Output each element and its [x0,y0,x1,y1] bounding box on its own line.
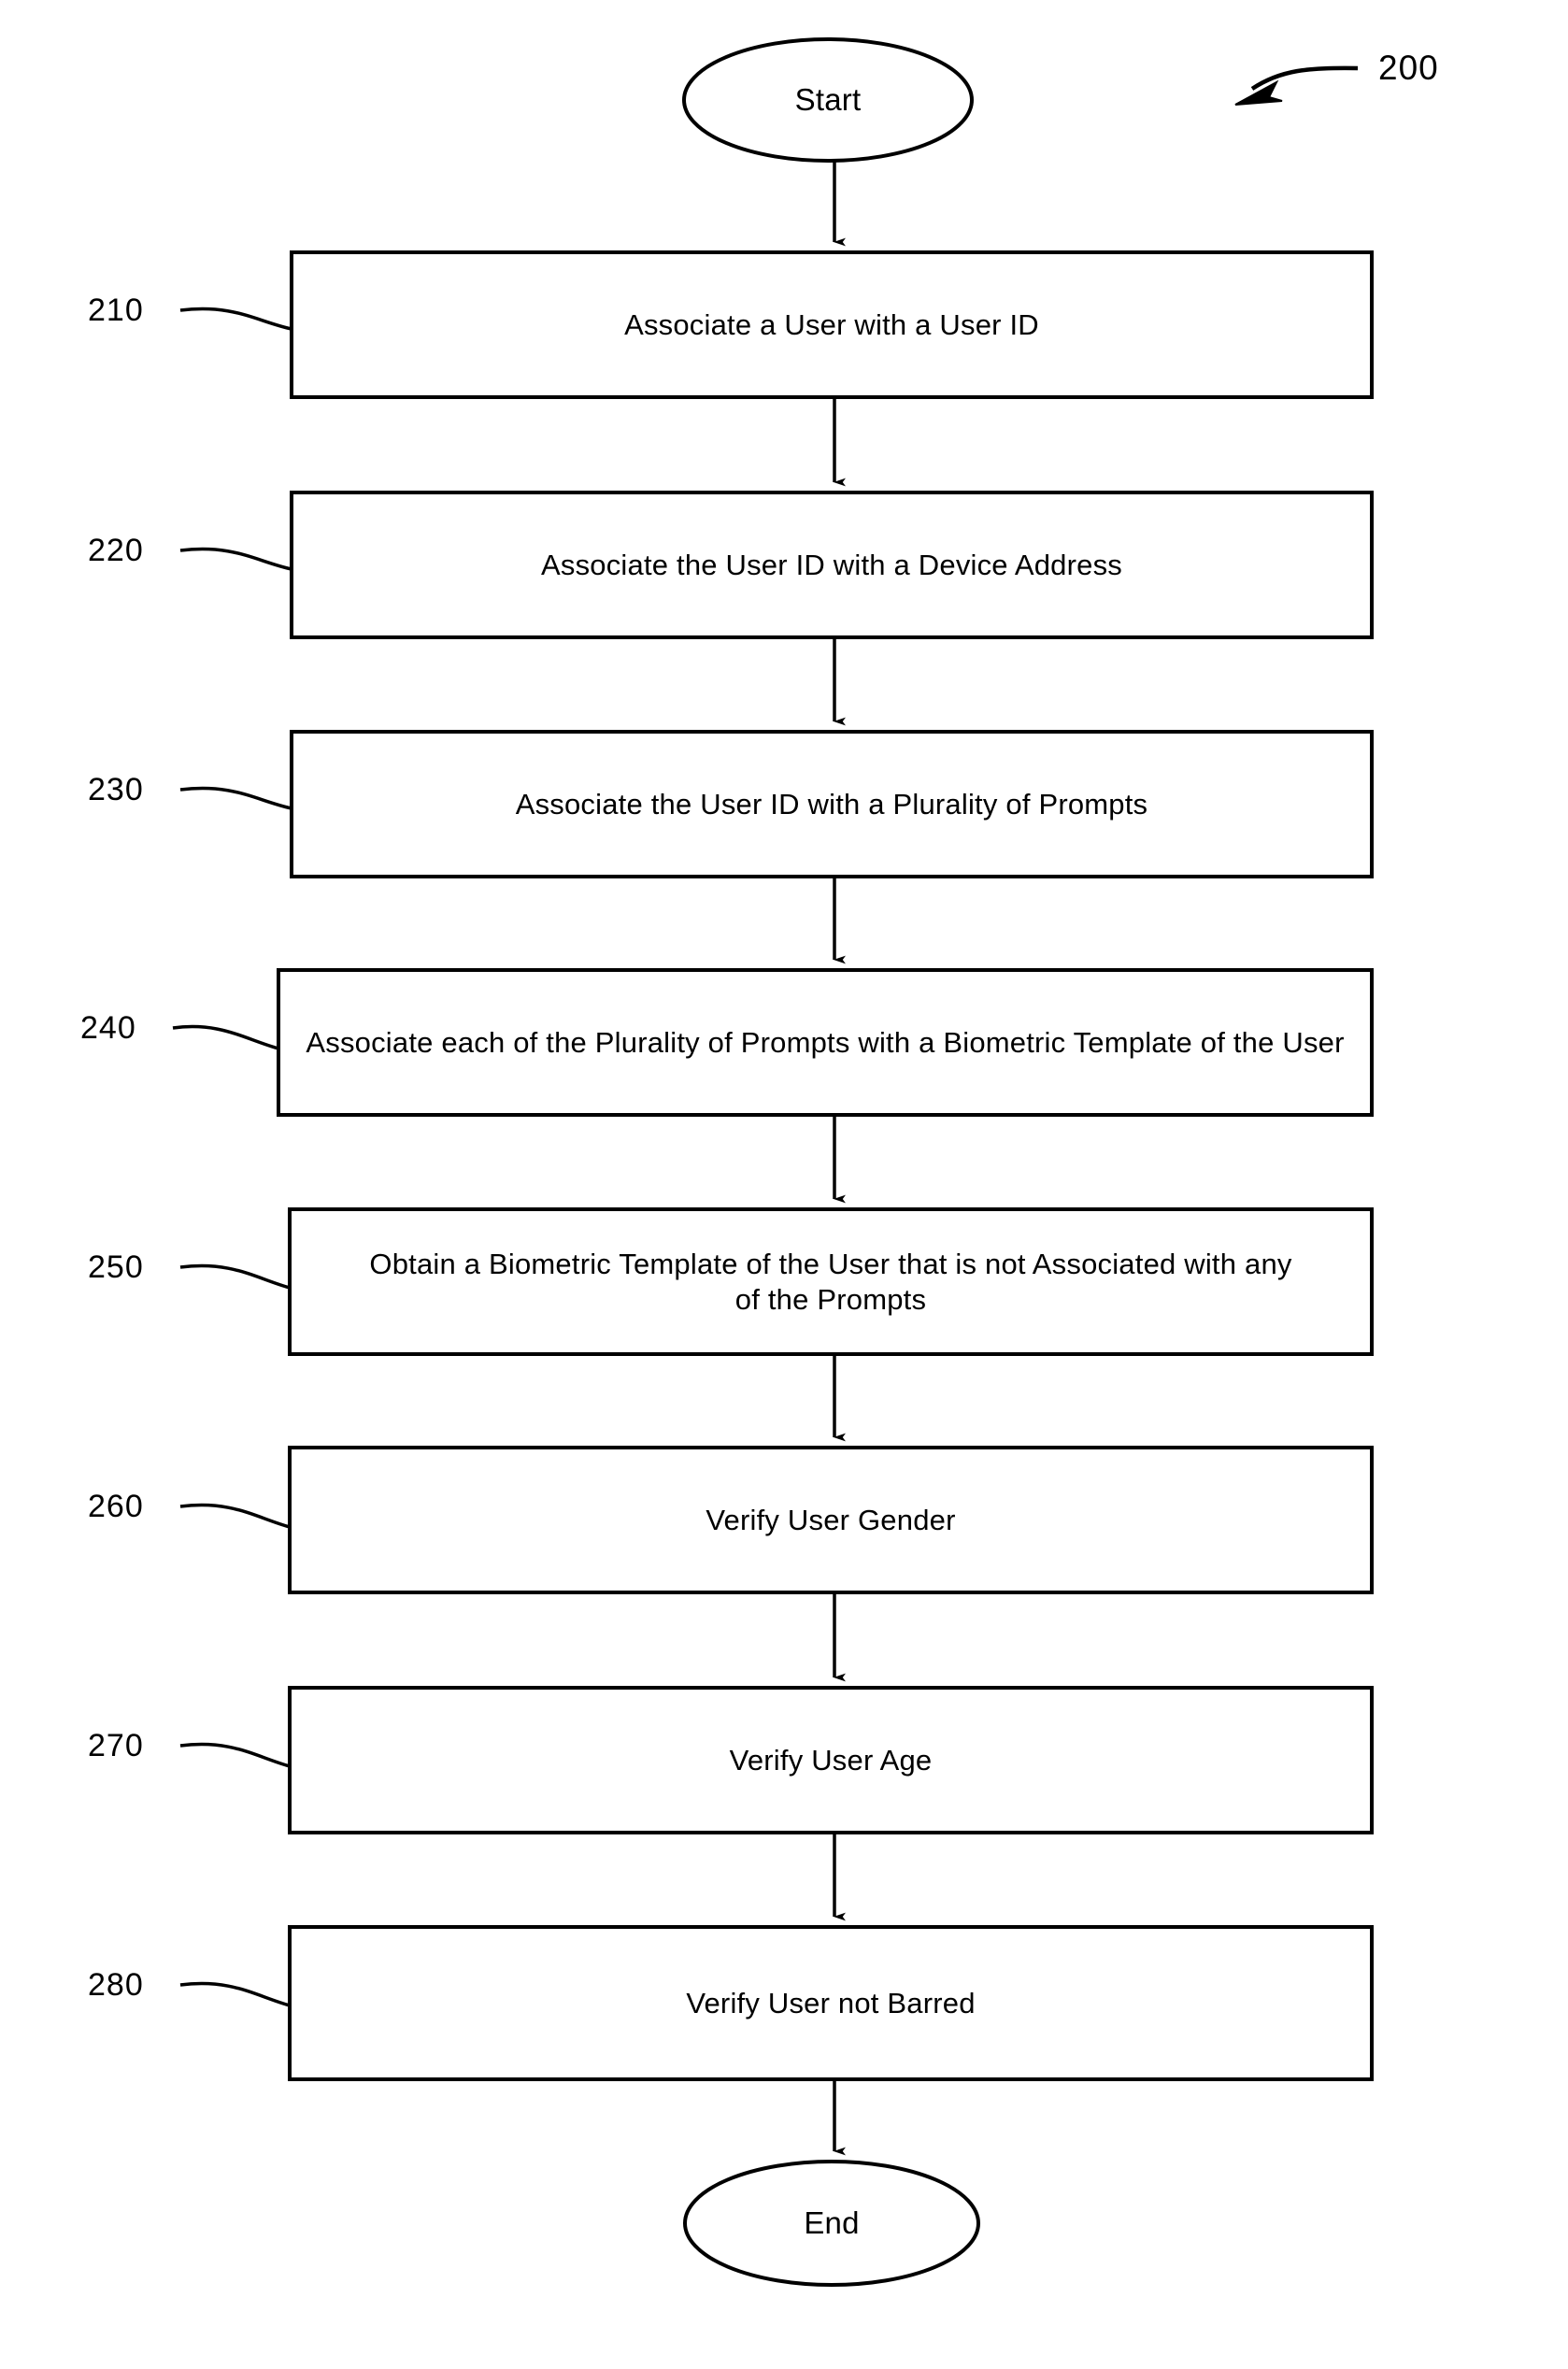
flowchart-canvas [172,37,1374,2287]
process-box-240 [277,968,1374,1117]
leader-line-230 [179,786,292,810]
step-reference-240: 240 [80,1010,136,1046]
start-terminal-shape [682,37,974,163]
leader-line-210 [179,307,292,331]
step-reference-220: 220 [88,533,144,568]
process-box-280 [288,1925,1374,2081]
leader-line-260 [179,1503,291,1529]
step-reference-280: 280 [88,1967,144,2003]
process-box-220 [290,491,1374,639]
end-terminal-shape [683,2160,980,2287]
step-reference-250: 250 [88,1249,144,1285]
step-reference-230: 230 [88,772,144,807]
leader-line-240 [172,1024,279,1050]
leader-line-280 [179,1981,291,2007]
process-box-210 [290,250,1374,399]
process-box-230 [290,730,1374,878]
leader-line-220 [179,547,292,571]
leader-line-250 [179,1263,291,1290]
patent-flowchart-figure: 200 Start End 210 220 230 240 250 260 27… [0,0,1568,2369]
figure-callout-arrow [1250,65,1359,91]
figure-reference-numeral: 200 [1378,49,1439,87]
leader-line-270 [179,1742,291,1768]
step-reference-260: 260 [88,1489,144,1524]
step-reference-270: 270 [88,1728,144,1763]
step-reference-210: 210 [88,293,144,328]
process-box-260 [288,1446,1374,1594]
process-box-270 [288,1686,1374,1834]
process-box-250 [288,1207,1374,1356]
